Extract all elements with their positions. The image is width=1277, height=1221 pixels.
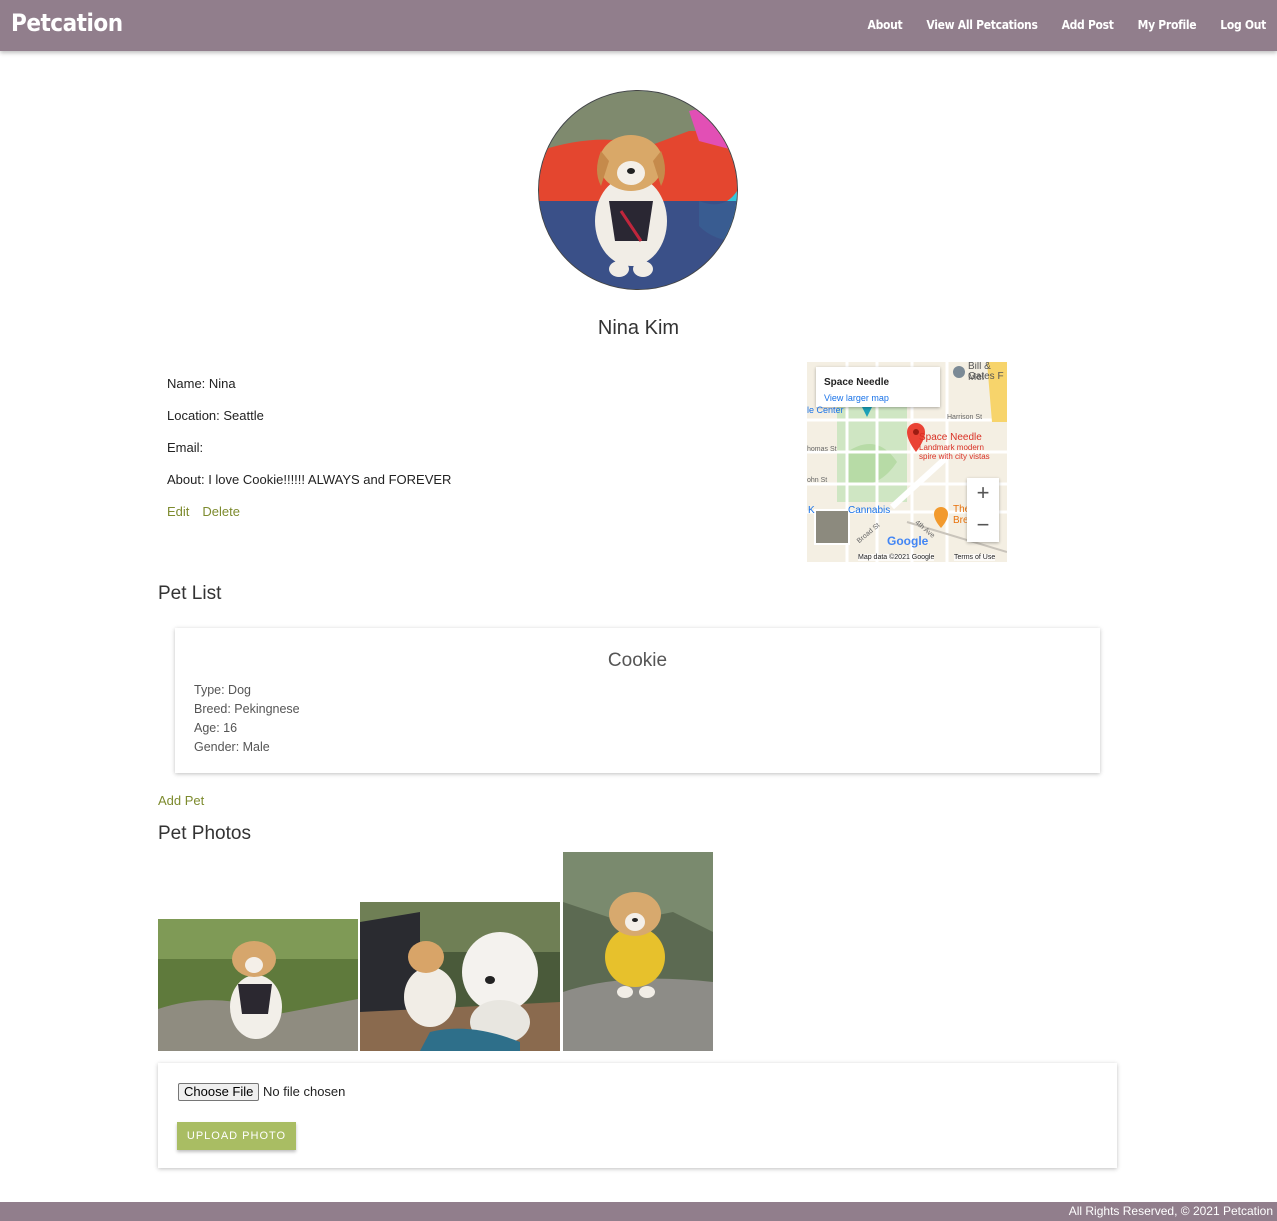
map-label-cannabis: Cannabis: [848, 505, 891, 516]
profile-about-line: About: I love Cookie!!!!!! ALWAYS and FO…: [167, 472, 452, 487]
brand-logo[interactable]: Petcation: [11, 9, 123, 37]
map-place-title: Space Needle: [824, 377, 890, 388]
pet-photo-1[interactable]: [158, 919, 358, 1051]
footer: All Rights Reserved, © 2021 Petcation: [0, 1202, 1277, 1221]
avatar-dog-image: [539, 91, 737, 289]
file-status: No file chosen: [263, 1084, 346, 1099]
nav-add-post[interactable]: Add Post: [1062, 18, 1114, 32]
map-label-k: K: [808, 505, 815, 516]
nav-view-all-petcations[interactable]: View All Petcations: [926, 18, 1037, 32]
pet-photo-2-image: [360, 902, 560, 1051]
map-pin-desc-2: spire with city vistas: [919, 452, 990, 461]
pet-age: Age: 16: [194, 721, 238, 735]
nav-log-out[interactable]: Log Out: [1220, 18, 1266, 32]
choose-file-button[interactable]: Choose File: [178, 1083, 260, 1101]
pet-list-heading: Pet List: [158, 583, 222, 604]
map-zoom-controls: + −: [967, 478, 999, 542]
map-label-harrison: Harrison St: [947, 414, 983, 421]
map-label-john: ohn St: [807, 477, 828, 484]
upload-photo-button[interactable]: UPLOAD PHOTO: [177, 1122, 296, 1150]
add-pet-link[interactable]: Add Pet: [158, 793, 204, 808]
map-data-credit: Map data ©2021 Google: [858, 554, 935, 561]
pet-photo-3-image: [563, 852, 713, 1051]
edit-profile-link[interactable]: Edit: [167, 504, 189, 519]
upload-card: Choose File No file chosen UPLOAD PHOTO: [158, 1063, 1117, 1168]
footer-copyright: All Rights Reserved, © 2021 Petcation: [1068, 1204, 1273, 1218]
zoom-in-button[interactable]: +: [967, 478, 999, 510]
pet-photos-heading: Pet Photos: [158, 823, 251, 844]
pet-gender: Gender: Male: [194, 740, 270, 754]
view-larger-map-link[interactable]: View larger map: [824, 393, 889, 403]
profile-info: Name: Nina Location: Seattle Email: Abou…: [167, 376, 451, 519]
pet-photo-3[interactable]: [563, 852, 713, 1051]
pet-photo-1-image: [158, 919, 358, 1051]
navbar: Petcation About View All Petcations Add …: [0, 0, 1277, 51]
map-info-card: Space Needle View larger map: [816, 367, 940, 407]
pet-photo-2[interactable]: [360, 902, 560, 1051]
google-logo: Google: [887, 534, 929, 548]
profile-email-line: Email:: [167, 440, 204, 455]
pet-card: Cookie Type: Dog Breed: Pekingnese Age: …: [175, 628, 1100, 773]
nav-links: About View All Petcations Add Post My Pr…: [868, 18, 1267, 32]
delete-profile-link[interactable]: Delete: [202, 504, 240, 519]
profile-display-name: Nina Kim: [597, 317, 680, 339]
profile-avatar: [538, 90, 738, 290]
profile-location-line: Location: Seattle: [167, 408, 264, 423]
map-label-gates-2: Gates F: [968, 371, 1004, 382]
zoom-out-button[interactable]: −: [967, 510, 999, 542]
nav-my-profile[interactable]: My Profile: [1138, 18, 1197, 32]
pet-name: Cookie: [607, 650, 668, 671]
map-label-thomas: homas St: [807, 446, 837, 453]
pet-details: Type: Dog Breed: Pekingnese Age: 16 Gend…: [194, 681, 300, 757]
location-map[interactable]: Space Needle View larger map Space Needl…: [807, 362, 1007, 562]
pet-breed: Breed: Pekingnese: [194, 702, 300, 716]
map-label-center: le Center: [807, 405, 844, 415]
map-terms-link[interactable]: Terms of Use: [954, 554, 996, 561]
profile-name-line: Name: Nina: [167, 376, 236, 391]
nav-about[interactable]: About: [868, 18, 903, 32]
pet-type: Type: Dog: [194, 683, 251, 697]
profile-actions: Edit Delete: [167, 504, 451, 519]
map-pin-label: Space Needle: [919, 432, 982, 443]
map-pin-desc-1: Landmark modern: [919, 443, 984, 452]
